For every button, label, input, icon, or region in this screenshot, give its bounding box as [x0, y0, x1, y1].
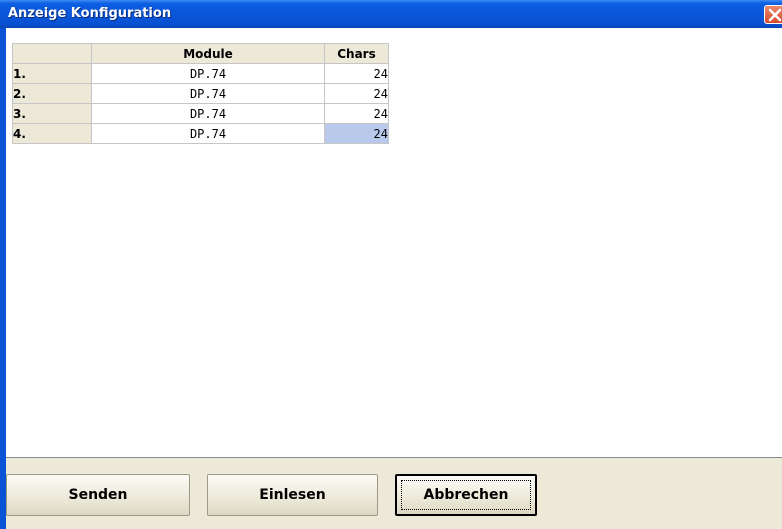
focus-rectangle — [401, 480, 531, 510]
row-header[interactable]: 1. — [12, 63, 92, 84]
chars-cell-selected[interactable]: 24 — [324, 123, 389, 144]
chars-cell[interactable]: 24 — [324, 103, 389, 124]
column-header-chars[interactable]: Chars — [324, 43, 389, 64]
row-header[interactable]: 4. — [12, 123, 92, 144]
title-bar[interactable]: Anzeige Konfiguration — [0, 0, 782, 28]
window-title: Anzeige Konfiguration — [8, 6, 172, 21]
table-corner-cell — [12, 43, 92, 64]
dialog-window: Anzeige Konfiguration Module Chars 1. DP… — [0, 0, 782, 529]
chars-cell[interactable]: 24 — [324, 63, 389, 84]
table-row: 3. DP.74 24 — [12, 103, 389, 124]
module-cell[interactable]: DP.74 — [91, 63, 325, 84]
close-icon — [768, 8, 782, 22]
module-cell[interactable]: DP.74 — [91, 123, 325, 144]
read-button[interactable]: Einlesen — [207, 474, 378, 516]
client-area: Module Chars 1. DP.74 24 2. DP.74 24 3. … — [6, 28, 782, 529]
button-panel: Senden Einlesen Abbrechen — [6, 457, 782, 529]
close-button[interactable] — [764, 5, 782, 24]
cancel-button[interactable]: Abbrechen — [395, 474, 537, 516]
send-button[interactable]: Senden — [6, 474, 190, 516]
module-cell[interactable]: DP.74 — [91, 83, 325, 104]
column-header-module[interactable]: Module — [91, 43, 325, 64]
table-row: 4. DP.74 24 — [12, 123, 389, 144]
chars-cell[interactable]: 24 — [324, 83, 389, 104]
config-table: Module Chars 1. DP.74 24 2. DP.74 24 3. … — [12, 43, 389, 144]
row-header[interactable]: 2. — [12, 83, 92, 104]
table-row: 1. DP.74 24 — [12, 63, 389, 84]
module-cell[interactable]: DP.74 — [91, 103, 325, 124]
table-header-row: Module Chars — [12, 43, 389, 64]
row-header[interactable]: 3. — [12, 103, 92, 124]
table-row: 2. DP.74 24 — [12, 83, 389, 104]
